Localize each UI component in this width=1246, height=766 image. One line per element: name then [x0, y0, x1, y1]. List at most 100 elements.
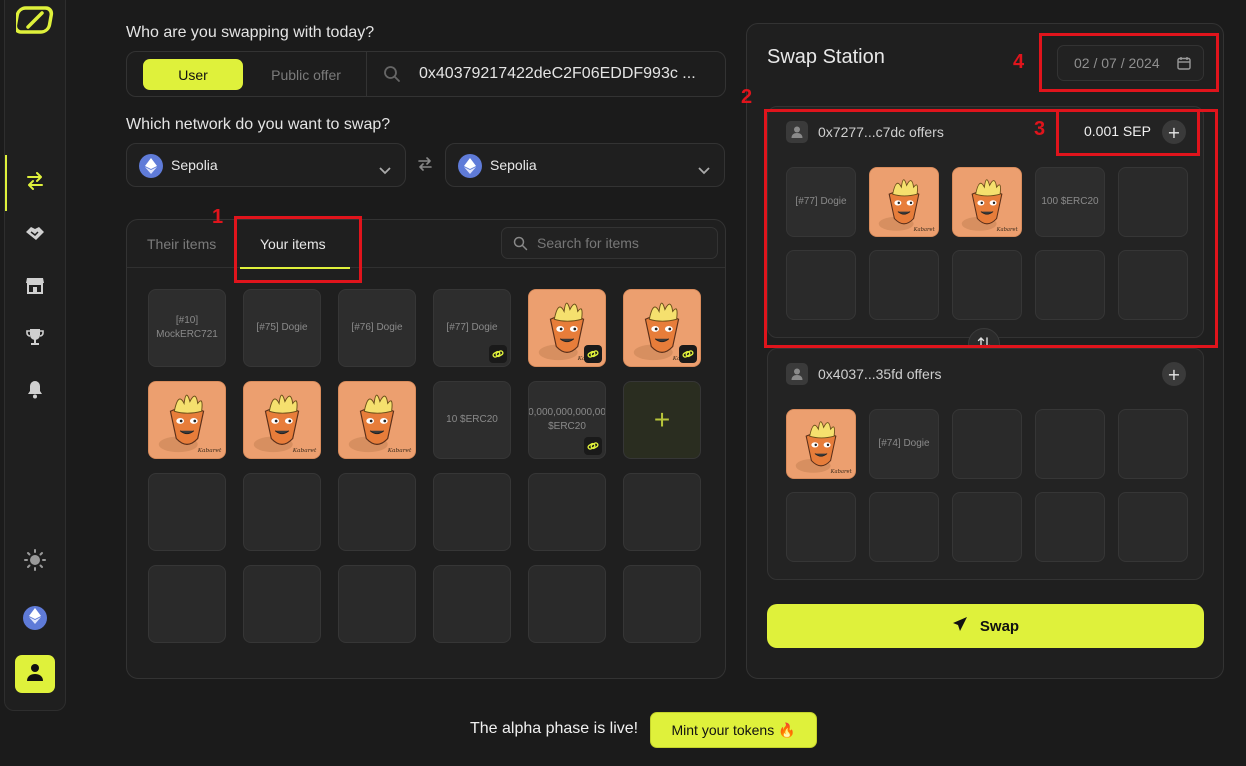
- empty-slot[interactable]: [1035, 409, 1105, 479]
- offer2-owner: 0x4037...35fd offers: [818, 366, 942, 382]
- item-label: [#74] Dogie: [878, 438, 930, 449]
- link-icon: [489, 345, 507, 363]
- empty-slot[interactable]: [338, 565, 416, 643]
- svg-text:Kabaret: Kabaret: [292, 448, 317, 454]
- item-slot[interactable]: 30,000,000,000,000,000,000 $ERC20: [528, 381, 606, 459]
- chevron-down-icon: [379, 160, 391, 179]
- offer-item-slot[interactable]: [#74] Dogie: [869, 409, 939, 479]
- empty-slot[interactable]: [1118, 409, 1188, 479]
- empty-slot[interactable]: [1118, 492, 1188, 562]
- item-label: [#76] Dogie: [351, 322, 403, 333]
- item-slot[interactable]: [#76] Dogie: [338, 289, 416, 367]
- nav-store[interactable]: [5, 267, 65, 307]
- empty-slot[interactable]: [338, 473, 416, 551]
- item-label: [#77] Dogie: [446, 322, 498, 333]
- nft-image: Kabaret: [787, 410, 855, 478]
- sidebar: [4, 0, 66, 711]
- store-icon: [25, 276, 45, 298]
- item-label: [#75] Dogie: [256, 322, 308, 333]
- item-slot[interactable]: Kabaret: [148, 381, 226, 459]
- link-icon: [584, 345, 602, 363]
- swap-button-label: Swap: [979, 617, 1020, 635]
- plus-icon: +: [653, 404, 671, 436]
- items-search: [501, 227, 718, 259]
- offer-item-slot[interactable]: Kabaret: [786, 409, 856, 479]
- item-slot[interactable]: Kabaret: [338, 381, 416, 459]
- logo-icon[interactable]: [15, 4, 57, 36]
- divider: [366, 52, 367, 96]
- user-icon: [786, 363, 808, 385]
- alpha-notice: The alpha phase is live!: [470, 720, 639, 737]
- tab-their-items[interactable]: Their items: [147, 236, 216, 252]
- empty-slot[interactable]: [623, 565, 701, 643]
- address-input[interactable]: 0x40379217422deC2F06EDDF993c ...: [419, 65, 696, 83]
- swap-button[interactable]: Swap: [767, 604, 1204, 648]
- item-slot[interactable]: Kabaret: [243, 381, 321, 459]
- mode-public-offer-button[interactable]: Public offer: [251, 59, 361, 90]
- empty-slot[interactable]: [952, 409, 1022, 479]
- empty-slot[interactable]: [952, 492, 1022, 562]
- link-icon: [584, 437, 602, 455]
- annotation-frame-1: [234, 216, 362, 283]
- item-slot[interactable]: Kabaret: [623, 289, 701, 367]
- empty-slot[interactable]: [1035, 492, 1105, 562]
- empty-slot[interactable]: [528, 565, 606, 643]
- svg-text:Kabaret: Kabaret: [830, 469, 853, 475]
- swap-arrows-icon: [25, 172, 45, 194]
- item-slot[interactable]: [#77] Dogie: [433, 289, 511, 367]
- empty-slot[interactable]: [869, 492, 939, 562]
- annotation-number-4: 4: [1013, 51, 1025, 73]
- annotation-number-2: 2: [741, 86, 753, 108]
- swap-arrows-icon[interactable]: [417, 156, 433, 175]
- empty-slot[interactable]: [786, 492, 856, 562]
- nav-leaderboard[interactable]: [5, 319, 65, 359]
- empty-slot[interactable]: [148, 565, 226, 643]
- empty-slot[interactable]: [623, 473, 701, 551]
- nav-offers[interactable]: [5, 215, 65, 255]
- empty-slot[interactable]: [433, 565, 511, 643]
- bell-icon: [26, 379, 44, 403]
- item-slot[interactable]: [#10] MockERC721: [148, 289, 226, 367]
- network-question: Which network do you want to swap?: [126, 116, 391, 133]
- svg-text:Kabaret: Kabaret: [197, 448, 222, 454]
- item-label: 30,000,000,000,000,000,000 $ERC20: [528, 407, 606, 432]
- chevron-down-icon: [698, 160, 710, 179]
- profile-button[interactable]: [15, 655, 55, 693]
- search-icon: [513, 236, 528, 255]
- mint-tokens-button[interactable]: Mint your tokens 🔥: [650, 712, 817, 748]
- empty-slot[interactable]: [433, 473, 511, 551]
- network-left-label: Sepolia: [171, 157, 218, 173]
- item-slot[interactable]: Kabaret: [528, 289, 606, 367]
- item-slot[interactable]: 10 $ERC20: [433, 381, 511, 459]
- network-button[interactable]: [23, 606, 47, 630]
- theme-toggle[interactable]: [5, 542, 65, 582]
- empty-slot[interactable]: [243, 565, 321, 643]
- nav-notifications[interactable]: [5, 371, 65, 411]
- ethereum-icon: [458, 154, 482, 178]
- network-select-right[interactable]: Sepolia: [445, 143, 725, 187]
- offer-box-user: 0x4037...35fd offers + Kabaret [#74] Dogi…: [767, 348, 1204, 580]
- search-input[interactable]: [537, 232, 707, 254]
- network-select-left[interactable]: Sepolia: [126, 143, 406, 187]
- add-to-offer2-button[interactable]: +: [1162, 362, 1186, 386]
- annotation-number-1: 1: [212, 206, 224, 228]
- nft-image: Kabaret: [149, 382, 225, 458]
- empty-slot[interactable]: [243, 473, 321, 551]
- mode-user-button[interactable]: User: [143, 59, 243, 90]
- sun-icon: [24, 549, 46, 575]
- item-slot[interactable]: [#75] Dogie: [243, 289, 321, 367]
- annotation-frame-4: [1039, 33, 1219, 92]
- nft-image: Kabaret: [244, 382, 320, 458]
- link-icon: [679, 345, 697, 363]
- handshake-icon: [24, 224, 46, 246]
- station-title: Swap Station: [767, 46, 885, 68]
- empty-slot[interactable]: [148, 473, 226, 551]
- ethereum-icon: [139, 154, 163, 178]
- add-item-button[interactable]: +: [623, 381, 701, 459]
- annotation-number-3: 3: [1034, 118, 1046, 140]
- nav-swap[interactable]: [5, 155, 65, 211]
- empty-slot[interactable]: [528, 473, 606, 551]
- svg-text:Kabaret: Kabaret: [387, 448, 412, 454]
- ethereum-icon: [29, 608, 41, 628]
- partner-question: Who are you swapping with today?: [126, 24, 375, 41]
